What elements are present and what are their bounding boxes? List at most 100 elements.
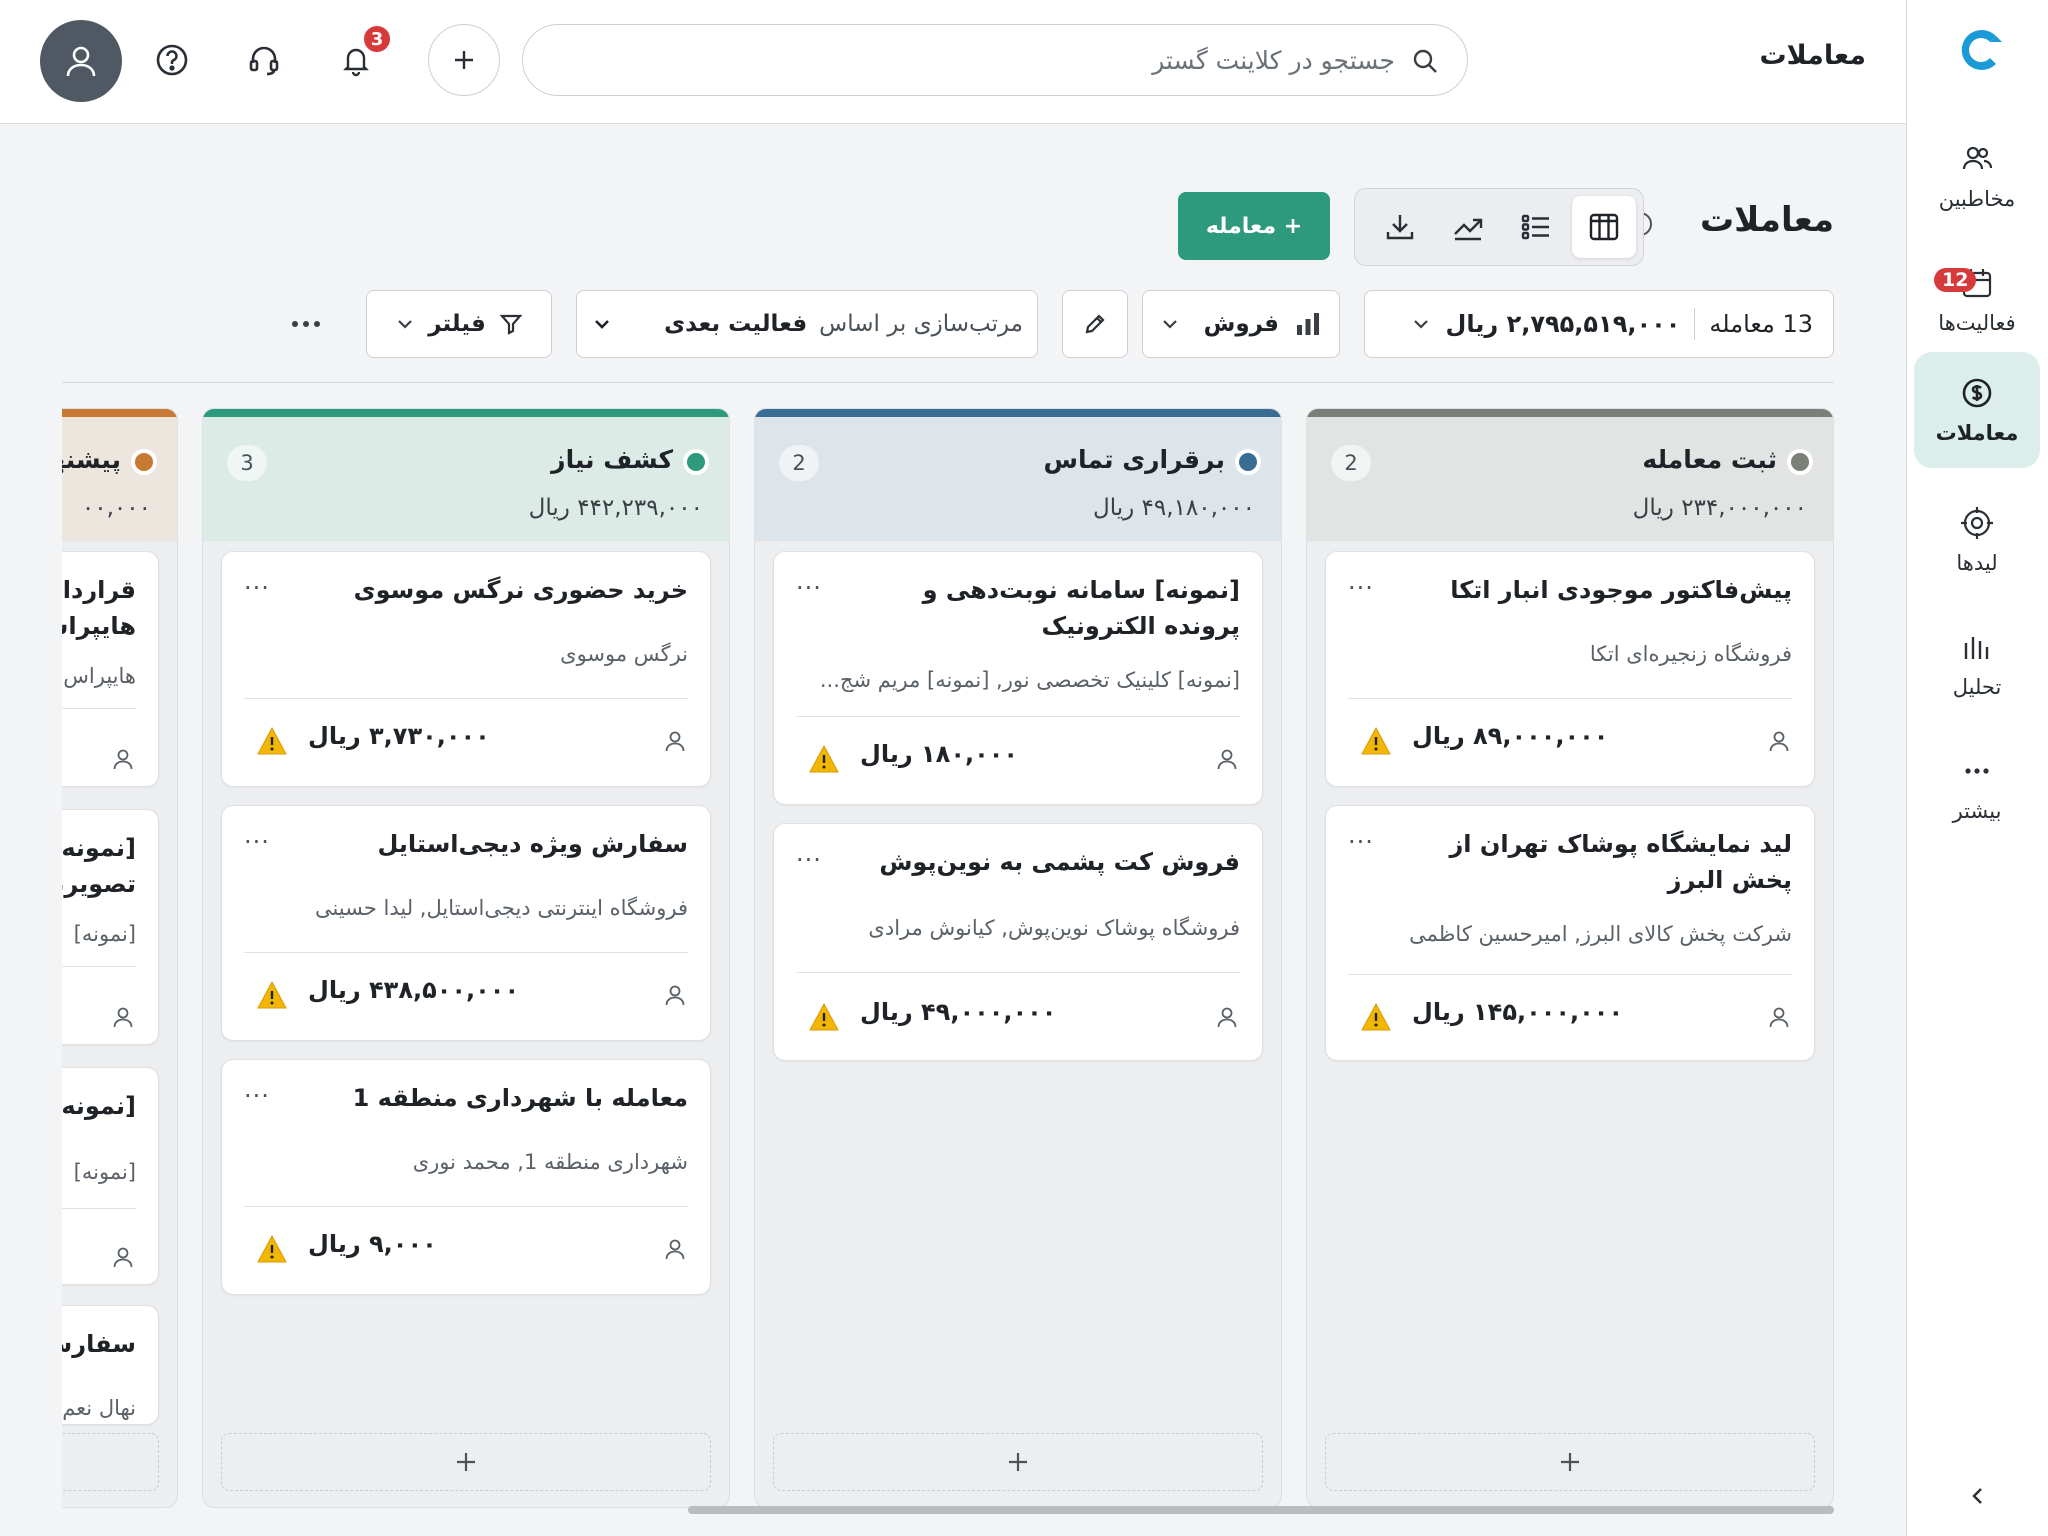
owner-icon[interactable] [1214,746,1240,772]
card-more-button[interactable]: ··· [1348,828,1374,856]
divider [244,698,688,699]
owner-icon[interactable] [662,728,688,754]
card-more-button[interactable]: ··· [244,1082,270,1110]
stage-name: کشف نیاز [551,445,673,474]
owner-icon[interactable] [662,1236,688,1262]
search-input[interactable] [595,39,1395,81]
support-button[interactable] [228,24,300,96]
add-deal-to-stage-button[interactable] [773,1433,1263,1491]
card-more-button[interactable]: ··· [244,574,270,602]
deal-organization: فروشگاه پوشاک نوین‌پوش, کیانوش مرادی [868,916,1240,940]
deal-organization: [نمونه] کلینیک تخصصی نور, [نمونه] مریم ش… [819,668,1240,692]
deal-title-line: [نمونه] [62,834,136,862]
sidebar-item-contacts[interactable]: مخاطبین [1914,118,2040,234]
warning-icon[interactable] [808,1002,840,1032]
add-deal-to-stage-button[interactable] [1325,1433,1815,1491]
deal-organization: [نمونه] [73,922,136,946]
deal-title-line: تصویربر [62,870,136,898]
global-search[interactable] [522,24,1468,96]
plus-icon [1561,1453,1579,1471]
contacts-icon [1962,146,1993,170]
pipeline-select[interactable]: فروش [1142,290,1340,358]
card-more-button[interactable]: ··· [796,574,822,602]
more-options-button[interactable] [280,300,332,348]
stage-count: 2 [1331,445,1371,481]
user-icon [66,46,96,77]
deal-card[interactable]: [نمونه] تصویربر [نمونه] [62,809,159,1045]
deal-card[interactable]: سفارش ویژه دیجی‌استایل ··· فروشگاه اینتر… [221,805,711,1041]
warning-icon[interactable] [808,744,840,774]
collapse-sidebar-button[interactable] [1960,1478,1996,1514]
target-icon [1961,507,1993,539]
owner-icon[interactable] [1766,1004,1792,1030]
warning-icon[interactable] [256,726,288,756]
deal-card[interactable]: فروش کت پشمی به نوین‌پوش ··· فروشگاه پوش… [773,823,1263,1061]
owner-icon[interactable] [110,1244,136,1270]
owner-icon[interactable] [1214,1004,1240,1030]
deals-icon [1962,378,1992,408]
card-more-button[interactable]: ··· [796,846,822,874]
help-button[interactable] [136,24,208,96]
deal-amount: ۴۳۸,۵۰۰,۰۰۰ ریال [308,976,520,1004]
deal-card[interactable]: قرارداد هایپراس هایپراس [62,551,159,787]
stage-name: پیشنهاد [62,445,121,474]
quick-add-button[interactable] [428,24,500,96]
sidebar-item-more[interactable]: بیشتر [1914,730,2040,846]
forecast-view-button[interactable] [1436,196,1500,258]
warning-icon[interactable] [1360,1002,1392,1032]
warning-icon[interactable] [1360,726,1392,756]
pipeline-name: فروش [1203,311,1279,337]
divider [1694,308,1696,340]
export-button[interactable] [1368,196,1432,258]
deal-card[interactable]: [نمونه] سامانه نوبت‌دهی و پرونده الکترون… [773,551,1263,805]
deal-amount: ۳,۷۳۰,۰۰۰ ریال [308,722,490,750]
divider [62,382,1834,383]
deal-card[interactable]: معامله با شهرداری منطقه 1 ··· شهرداری من… [221,1059,711,1295]
owner-icon[interactable] [110,1004,136,1030]
sidebar-item-activities[interactable]: 12 فعالیت‌ها [1914,242,2040,358]
sidebar-item-analytics[interactable]: تحلیل [1914,606,2040,722]
kanban-view-button[interactable] [1572,196,1636,258]
deal-title: [نمونه] [62,1088,136,1124]
stage-count: 3 [227,445,267,481]
add-deal-button[interactable]: + معامله [1178,192,1330,260]
deal-title-line: هایپراس [62,612,136,640]
card-more-button[interactable]: ··· [1348,574,1374,602]
board-horizontal-scrollbar[interactable] [688,1506,1834,1514]
sort-select[interactable]: مرتب‌سازی بر اساس فعالیت بعدی [576,290,1038,358]
deal-card[interactable]: [نمونه] [نمونه] [62,1067,159,1285]
app-logo-icon[interactable] [1952,22,2008,78]
deal-card[interactable]: سفارش نهال نعم [62,1305,159,1425]
edit-pipeline-button[interactable] [1062,290,1128,358]
warning-icon[interactable] [256,980,288,1010]
view-switcher [1354,188,1644,266]
sidebar-item-deals[interactable]: معاملات [1914,352,2040,468]
deal-card[interactable]: پیش‌فاکتور موجودی انبار اتکا ··· فروشگاه… [1325,551,1815,787]
notifications-button[interactable]: 3 [320,24,392,96]
deal-amount: ۱۸۰,۰۰۰ ریال [860,740,1019,768]
add-deal-to-stage-button[interactable] [62,1433,159,1491]
owner-icon[interactable] [110,746,136,772]
divider [244,952,688,953]
deal-title: [نمونه] سامانه نوبت‌دهی و پرونده الکترون… [922,576,1240,640]
filter-button[interactable]: فیلتر [366,290,552,358]
sidebar-item-leads[interactable]: لیدها [1914,482,2040,598]
list-view-button[interactable] [1504,196,1568,258]
owner-icon[interactable] [662,982,688,1008]
divider [62,1208,136,1209]
filter-icon [499,314,523,335]
warning-icon[interactable] [256,1234,288,1264]
owner-icon[interactable] [1766,728,1792,754]
deals-summary-dropdown[interactable]: 13 معامله ۲,۷۹۵,۵۱۹,۰۰۰ ریال [1364,290,1834,358]
add-deal-to-stage-button[interactable] [221,1433,711,1491]
deal-card[interactable]: خرید حضوری نرگس موسوی ··· نرگس موسوی ۳,۷… [221,551,711,787]
card-more-button[interactable]: ··· [244,828,270,856]
stage-header: ثبت معامله 2 ۲۳۴,۰۰۰,۰۰۰ ریال [1307,409,1833,541]
download-icon [1386,215,1414,240]
stage-header: برقراری تماس 2 ۴۹,۱۸۰,۰۰۰ ریال [755,409,1281,541]
stage-dot [683,449,709,475]
deal-organization: شهرداری منطقه 1, محمد نوری [412,1150,688,1174]
avatar[interactable] [40,20,122,102]
deal-card[interactable]: لید نمایشگاه پوشاک تهران از پخش البرز ··… [1325,805,1815,1061]
headset-icon [249,46,279,76]
